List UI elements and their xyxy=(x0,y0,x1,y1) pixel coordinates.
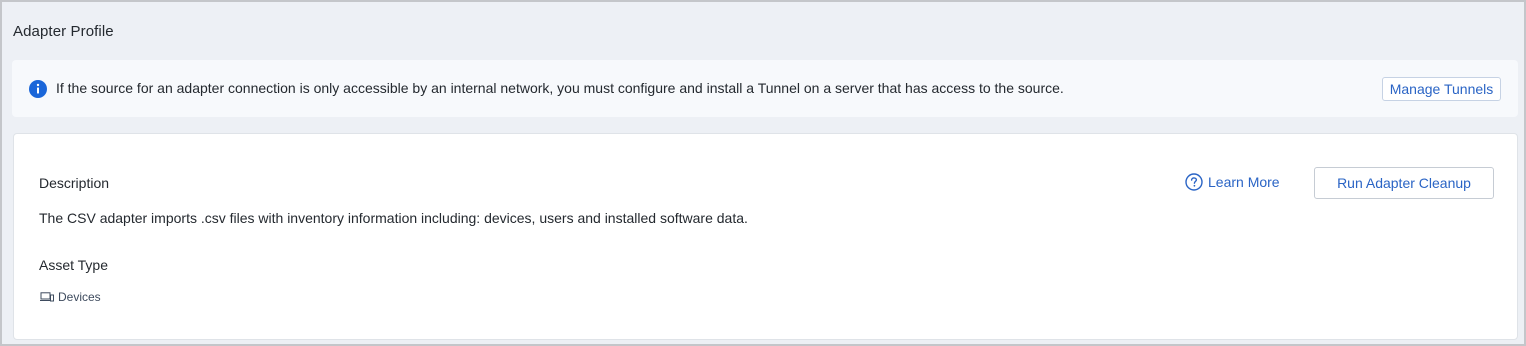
info-message: If the source for an adapter connection … xyxy=(56,80,1064,96)
adapter-profile-panel: Adapter Profile If the source for an ada… xyxy=(0,0,1526,346)
asset-type-heading: Asset Type xyxy=(39,257,109,273)
info-banner: If the source for an adapter connection … xyxy=(12,60,1518,117)
asset-type-label: Devices xyxy=(58,290,101,304)
info-icon xyxy=(29,80,47,98)
description-text: The CSV adapter imports .csv files with … xyxy=(39,210,748,226)
run-adapter-cleanup-button[interactable]: Run Adapter Cleanup xyxy=(1314,167,1494,199)
devices-icon xyxy=(40,292,54,302)
asset-type-devices: Devices xyxy=(40,290,101,304)
learn-more-label: Learn More xyxy=(1208,174,1280,190)
page-title: Adapter Profile xyxy=(13,23,114,40)
profile-card: Description The CSV adapter imports .csv… xyxy=(13,133,1518,340)
description-heading: Description xyxy=(39,175,110,191)
manage-tunnels-button[interactable]: Manage Tunnels xyxy=(1382,77,1501,101)
learn-more-link[interactable]: Learn More xyxy=(1185,173,1280,191)
help-circle-icon xyxy=(1185,173,1203,191)
